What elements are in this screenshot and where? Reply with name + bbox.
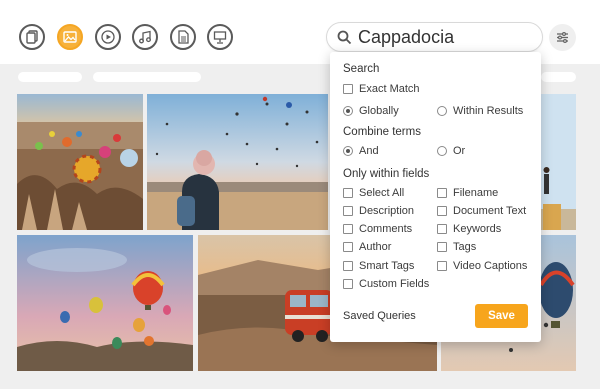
field-option-keywords[interactable]: Keywords xyxy=(437,223,501,235)
exact-match-checkbox[interactable] xyxy=(343,84,353,94)
photo-thumbnail[interactable] xyxy=(17,94,143,230)
field-option-filename[interactable]: Filename xyxy=(437,187,498,199)
or-option[interactable]: Or xyxy=(437,145,465,157)
photo-thumbnail[interactable] xyxy=(541,94,576,230)
field-label: Tags xyxy=(453,241,477,253)
checkbox[interactable] xyxy=(343,188,353,198)
globally-option[interactable]: Globally xyxy=(343,105,399,117)
field-label: Filename xyxy=(453,187,499,199)
or-radio[interactable] xyxy=(437,146,447,156)
placeholder-bar xyxy=(18,72,82,82)
field-label: Author xyxy=(359,241,392,253)
field-option-video-captions[interactable]: Video Captions xyxy=(437,260,527,272)
checkbox[interactable] xyxy=(437,242,447,252)
checkbox[interactable] xyxy=(437,224,447,234)
video-icon[interactable] xyxy=(95,24,121,50)
and-label: And xyxy=(359,145,379,157)
checkbox[interactable] xyxy=(343,261,353,271)
placeholder-bar xyxy=(541,72,576,82)
or-label: Or xyxy=(453,145,466,157)
globally-radio[interactable] xyxy=(343,106,353,116)
search-input[interactable] xyxy=(358,26,528,48)
search-section-title: Search xyxy=(343,63,380,75)
field-label: Description xyxy=(359,205,415,217)
field-option-comments[interactable]: Comments xyxy=(343,223,412,235)
checkbox[interactable] xyxy=(343,242,353,252)
globally-label: Globally xyxy=(359,105,399,117)
field-label: Keywords xyxy=(453,223,502,235)
checkbox[interactable] xyxy=(343,279,353,289)
save-button[interactable]: Save xyxy=(475,304,528,328)
audio-icon[interactable] xyxy=(132,24,158,50)
photo-thumbnail[interactable] xyxy=(17,235,193,371)
search-box[interactable] xyxy=(326,22,543,52)
checkbox[interactable] xyxy=(343,224,353,234)
field-option-tags[interactable]: Tags xyxy=(437,241,476,253)
documents-icon[interactable] xyxy=(19,24,45,50)
field-label: Smart Tags xyxy=(359,260,415,272)
field-option-custom-fields[interactable]: Custom Fields xyxy=(343,278,429,290)
checkbox[interactable] xyxy=(343,206,353,216)
placeholder-bar xyxy=(93,72,201,82)
combine-terms-title: Combine terms xyxy=(343,126,421,138)
exact-match-label: Exact Match xyxy=(359,83,420,95)
field-label: Video Captions xyxy=(453,260,528,272)
and-radio[interactable] xyxy=(343,146,353,156)
filter-settings-button[interactable] xyxy=(549,24,576,51)
field-option-document-text[interactable]: Document Text xyxy=(437,205,526,217)
within-results-label: Within Results xyxy=(453,105,524,117)
checkbox[interactable] xyxy=(437,188,447,198)
within-results-option[interactable]: Within Results xyxy=(437,105,523,117)
checkbox[interactable] xyxy=(437,206,447,216)
saved-queries-link[interactable]: Saved Queries xyxy=(343,310,416,322)
search-icon xyxy=(337,30,352,44)
images-icon[interactable] xyxy=(57,24,83,50)
and-option[interactable]: And xyxy=(343,145,379,157)
photo-thumbnail[interactable] xyxy=(147,94,328,230)
exact-match-option[interactable]: Exact Match xyxy=(343,83,420,95)
text-file-icon[interactable] xyxy=(170,24,196,50)
within-results-radio[interactable] xyxy=(437,106,447,116)
field-label: Select All xyxy=(359,187,405,199)
field-option-author[interactable]: Author xyxy=(343,241,391,253)
search-options-panel: Search Exact Match Globally Within Resul… xyxy=(330,52,541,342)
presentation-icon[interactable] xyxy=(207,24,233,50)
field-label: Document Text xyxy=(453,205,527,217)
fields-section-title: Only within fields xyxy=(343,168,430,180)
field-option-smart-tags[interactable]: Smart Tags xyxy=(343,260,414,272)
field-option-description[interactable]: Description xyxy=(343,205,414,217)
field-option-select-all[interactable]: Select All xyxy=(343,187,404,199)
checkbox[interactable] xyxy=(437,261,447,271)
field-label: Custom Fields xyxy=(359,278,430,290)
sliders-icon xyxy=(557,31,568,44)
field-label: Comments xyxy=(359,223,413,235)
